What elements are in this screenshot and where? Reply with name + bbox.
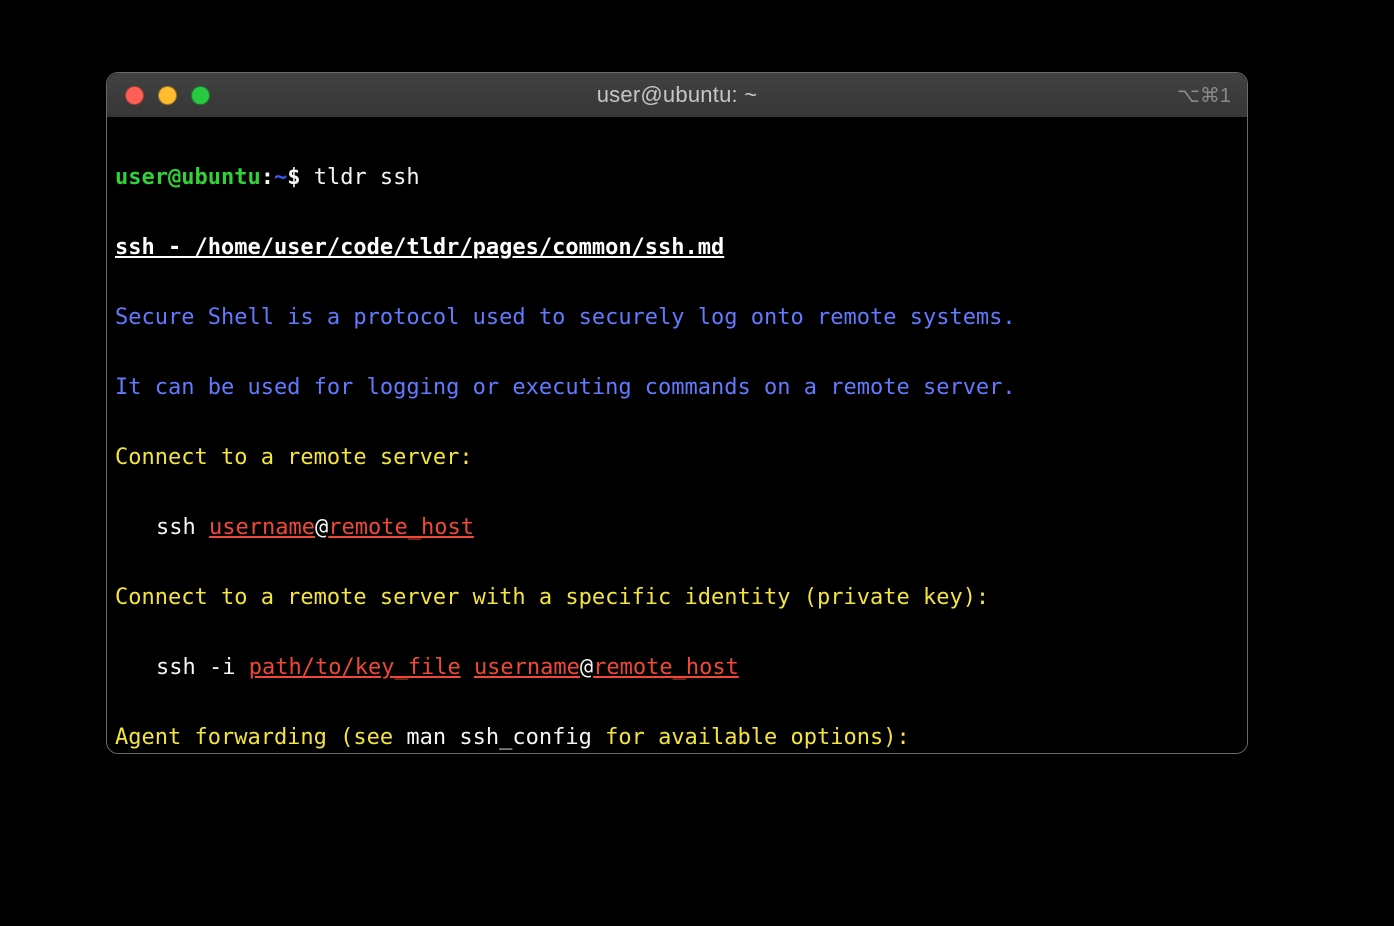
example-2-cmd-prefix: ssh -i [156,655,249,680]
window-titlebar[interactable]: user@ubuntu: ~ ⌥⌘1 [107,73,1247,117]
example-1-cmd-prefix: ssh [156,515,209,540]
traffic-lights [125,86,210,105]
prompt-path: ~ [274,165,287,190]
window-title: user@ubuntu: ~ [107,82,1247,108]
prompt-line-1: user@ubuntu:~$ tldr ssh [115,160,1239,195]
typed-command: tldr ssh [314,165,420,190]
example-1-username: username [209,515,315,540]
tab-shortcut-indicator: ⌥⌘1 [1177,83,1231,108]
prompt-symbol: $ [287,165,300,190]
prompt-user-host: user@ubuntu [115,165,261,190]
minimize-button[interactable] [158,86,177,105]
example-3-man-ref: man ssh_config [406,725,591,750]
page-desc-1b: It can be used for logging or executing … [115,375,1016,400]
terminal-body[interactable]: user@ubuntu:~$ tldr ssh ssh - /home/user… [107,117,1247,753]
example-3-title-b: for available options): [592,725,910,750]
terminal-window: user@ubuntu: ~ ⌥⌘1 user@ubuntu:~$ tldr s… [106,72,1248,754]
example-2-keyfile: path/to/key_file [249,655,461,680]
example-2-title: Connect to a remote server with a specif… [115,585,989,610]
example-2-username: username [474,655,580,680]
page-header-1: ssh - /home/user/code/tldr/pages/common/… [115,235,724,260]
maximize-button[interactable] [191,86,210,105]
example-3-title-a: Agent forwarding (see [115,725,406,750]
example-2-host: remote_host [593,655,739,680]
example-1-title: Connect to a remote server: [115,445,473,470]
close-button[interactable] [125,86,144,105]
page-desc-1a: Secure Shell is a protocol used to secur… [115,305,1016,330]
example-1-host: remote_host [328,515,474,540]
